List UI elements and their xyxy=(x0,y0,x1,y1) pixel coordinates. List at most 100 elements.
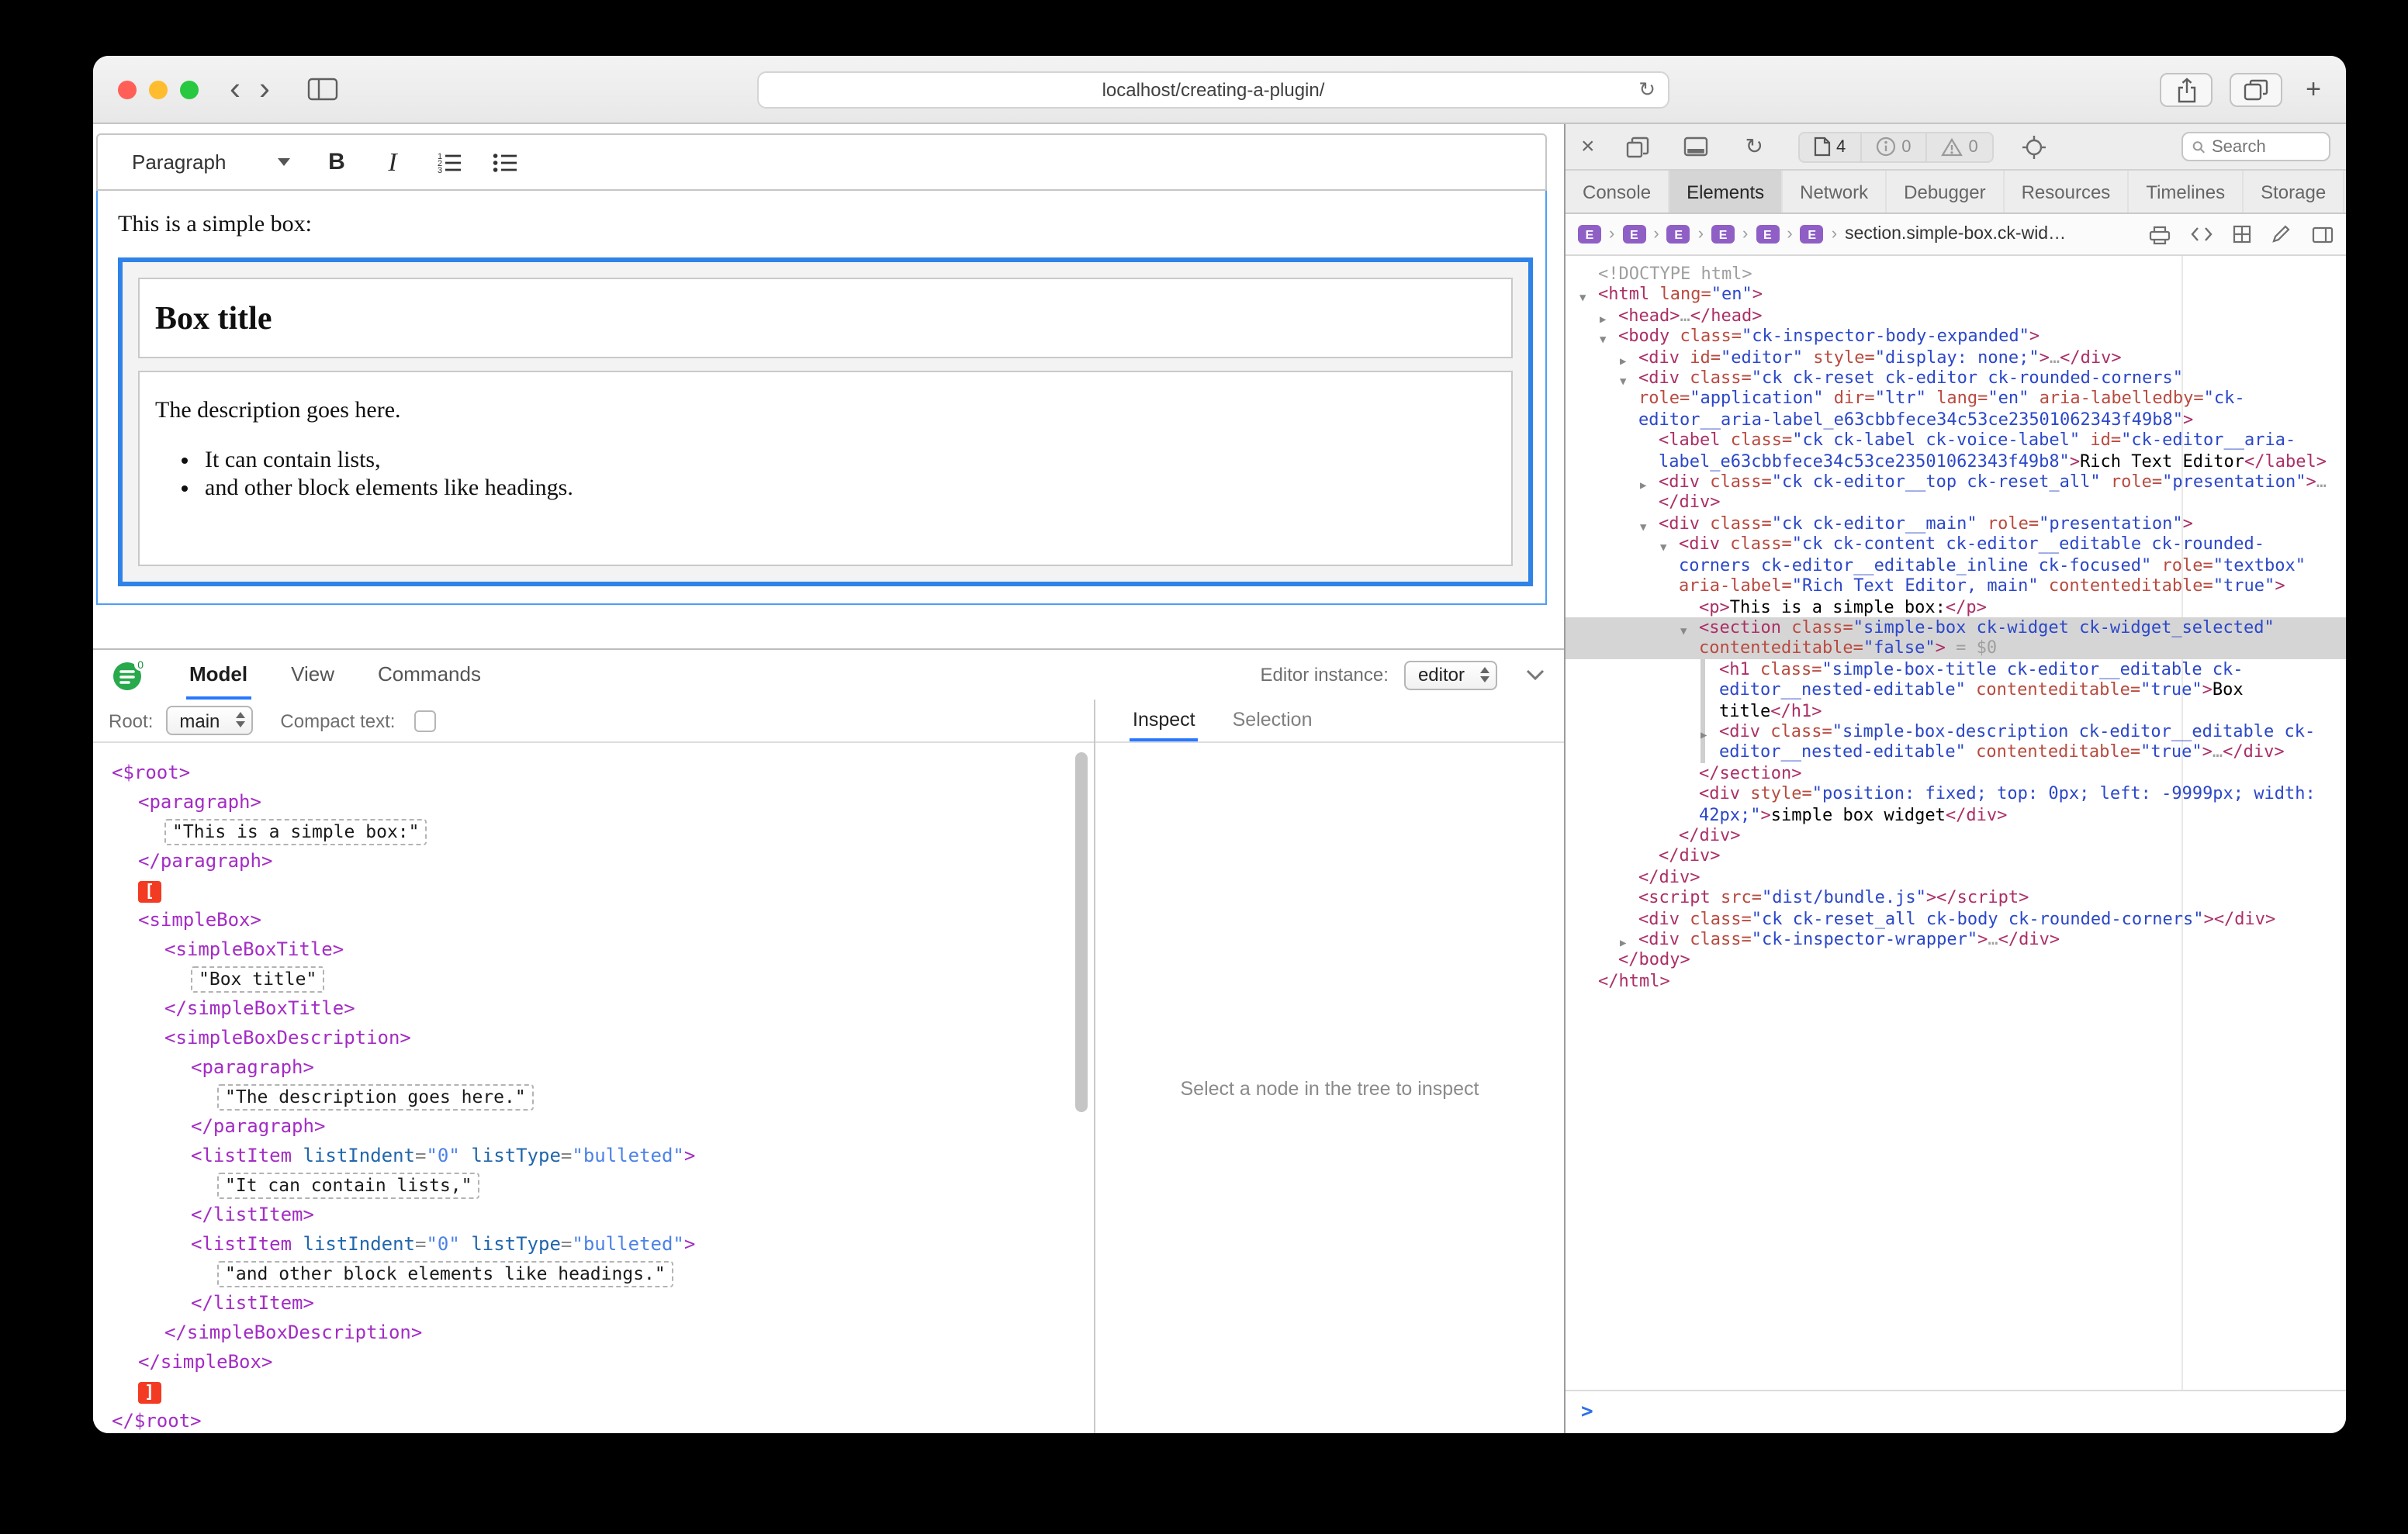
numbered-list-button[interactable]: 123 xyxy=(427,142,470,182)
model-node-line[interactable]: </paragraph> xyxy=(93,1112,1094,1142)
dom-node-line[interactable]: ▶<head>…</head> xyxy=(1566,306,2346,326)
model-node-line[interactable]: </simpleBoxTitle> xyxy=(93,994,1094,1024)
model-node-line[interactable]: <paragraph> xyxy=(93,788,1094,817)
dom-node-line[interactable]: <h1 class="simple-box-title ck-editor__e… xyxy=(1566,658,2346,720)
close-window-button[interactable] xyxy=(118,80,137,98)
tab-overflow-button[interactable]: » xyxy=(2344,171,2346,212)
edit-button[interactable] xyxy=(2271,225,2292,244)
model-node-line[interactable]: </paragraph> xyxy=(93,847,1094,876)
model-node-line[interactable]: "It can contain lists," xyxy=(93,1171,1094,1201)
inspector-search-field[interactable] xyxy=(2181,132,2330,161)
model-node-line[interactable]: <simpleBox> xyxy=(93,906,1094,935)
model-node-line[interactable]: "This is a simple box:" xyxy=(93,817,1094,847)
disclosure-triangle-icon[interactable]: ▼ xyxy=(1660,539,1666,560)
dom-node-line[interactable]: <!DOCTYPE html> xyxy=(1566,264,2346,285)
devtools-tab-console[interactable]: Console xyxy=(1566,171,1669,212)
breadcrumb-element-badge[interactable]: E xyxy=(1756,225,1779,244)
share-button[interactable] xyxy=(2160,73,2213,107)
forward-button[interactable]: › xyxy=(259,73,270,105)
dom-node-line[interactable]: ▼<body class="ck-inspector-body-expanded… xyxy=(1566,326,2346,347)
model-node-line[interactable]: <simpleBoxDescription> xyxy=(93,1024,1094,1053)
toggle-sidebar-button[interactable] xyxy=(2312,226,2334,243)
simple-box-widget[interactable]: Box title The description goes here. It … xyxy=(118,257,1533,586)
italic-button[interactable]: I xyxy=(371,142,414,182)
compact-text-checkbox[interactable] xyxy=(413,710,435,731)
sidebar-toggle-button[interactable] xyxy=(307,78,338,101)
model-node-line[interactable]: <$root> xyxy=(93,758,1094,788)
dom-node-line[interactable]: ▼<section class="simple-box ck-widget ck… xyxy=(1566,617,2346,659)
warning-count[interactable]: 0 xyxy=(1925,133,1992,161)
dom-node-line[interactable]: ▼<div class="ck ck-reset ck-editor ck-ro… xyxy=(1566,368,2346,430)
show-source-button[interactable] xyxy=(2191,226,2213,242)
editor-content[interactable]: This is a simple box: Box title The desc… xyxy=(96,191,1547,605)
error-count[interactable]: 0 xyxy=(1860,133,1925,161)
minimize-window-button[interactable] xyxy=(149,80,168,98)
model-node-line[interactable]: [ xyxy=(93,876,1094,906)
dom-node-line[interactable]: </div> xyxy=(1566,846,2346,867)
dock-bottom-button[interactable] xyxy=(1683,136,1708,157)
disclosure-triangle-icon[interactable]: ▶ xyxy=(1640,476,1646,497)
root-select[interactable]: main xyxy=(165,706,252,735)
devtools-tab-network[interactable]: Network xyxy=(1783,171,1887,212)
dom-node-line[interactable]: <p>This is a simple box:</p> xyxy=(1566,596,2346,617)
scrollbar-thumb[interactable] xyxy=(1075,752,1088,1112)
dom-node-line[interactable]: <div style="position: fixed; top: 0px; l… xyxy=(1566,783,2346,825)
dom-node-line[interactable]: <label class="ck ck-label ck-voice-label… xyxy=(1566,430,2346,472)
detach-inspector-button[interactable] xyxy=(1626,136,1649,157)
devtools-tab-storage[interactable]: Storage xyxy=(2244,171,2344,212)
reload-icon[interactable]: ↻ xyxy=(1638,78,1656,102)
dom-node-line[interactable]: <script src="dist/bundle.js"></script> xyxy=(1566,887,2346,908)
dom-node-line[interactable]: ▶<div id="editor" style="display: none;"… xyxy=(1566,347,2346,368)
editor-instance-select[interactable]: editor xyxy=(1404,660,1497,689)
tab-selection[interactable]: Selection xyxy=(1230,700,1316,741)
devtools-tab-debugger[interactable]: Debugger xyxy=(1887,171,2004,212)
box-title[interactable]: Box title xyxy=(138,278,1513,358)
close-inspector-button[interactable]: × xyxy=(1581,133,1595,160)
breadcrumb-selected-node[interactable]: section.simple-box.ck-wid… xyxy=(1845,225,2066,244)
dom-node-line[interactable]: ▼<div class="ck ck-content ck-editor__ed… xyxy=(1566,534,2346,596)
model-node-line[interactable]: <paragraph> xyxy=(93,1053,1094,1083)
breadcrumb-element-badge[interactable]: E xyxy=(1667,225,1690,244)
search-input[interactable] xyxy=(2212,137,2320,156)
collapse-inspector-button[interactable] xyxy=(1525,669,1545,681)
tab-commands[interactable]: Commands xyxy=(375,650,484,700)
model-node-line[interactable]: <listItem listIndent="0" listType="bulle… xyxy=(93,1230,1094,1259)
breadcrumb-element-badge[interactable]: E xyxy=(1622,225,1645,244)
back-button[interactable]: ‹ xyxy=(230,73,240,105)
dom-node-line[interactable]: <div class="ck ck-reset_all ck-body ck-r… xyxy=(1566,908,2346,929)
description-text[interactable]: The description goes here. xyxy=(155,399,1496,425)
model-node-line[interactable]: </listItem> xyxy=(93,1289,1094,1318)
address-bar[interactable]: localhost/creating-a-plugin/ ↻ xyxy=(757,71,1669,109)
zoom-window-button[interactable] xyxy=(180,80,199,98)
model-node-line[interactable]: </$root> xyxy=(93,1407,1094,1433)
disclosure-triangle-icon[interactable]: ▼ xyxy=(1620,372,1626,393)
dom-node-line[interactable]: ▼<div class="ck ck-editor__main" role="p… xyxy=(1566,513,2346,534)
bold-button[interactable]: B xyxy=(315,142,358,182)
resource-count[interactable]: 4 xyxy=(1799,133,1860,161)
breadcrumb-element-badge[interactable]: E xyxy=(1801,225,1824,244)
dom-node-line[interactable]: ▶<div class="simple-box-description ck-e… xyxy=(1566,721,2346,763)
dom-node-line[interactable]: </section> xyxy=(1566,763,2346,784)
reload-page-button[interactable]: ↻ xyxy=(1745,133,1763,160)
paragraph-text[interactable]: This is a simple box: xyxy=(118,212,1545,239)
layout-grid-button[interactable] xyxy=(2233,225,2251,244)
breadcrumb-element-badge[interactable]: E xyxy=(1578,225,1601,244)
model-node-line[interactable]: ] xyxy=(93,1377,1094,1407)
bulleted-list-button[interactable] xyxy=(483,142,526,182)
model-node-line[interactable]: <simpleBoxTitle> xyxy=(93,935,1094,965)
dom-node-line[interactable]: </div> xyxy=(1566,825,2346,846)
model-node-line[interactable]: <listItem listIndent="0" listType="bulle… xyxy=(93,1142,1094,1171)
disclosure-triangle-icon[interactable]: ▼ xyxy=(1680,622,1687,643)
model-node-line[interactable]: "and other block elements like headings.… xyxy=(93,1259,1094,1289)
model-node-line[interactable]: "Box title" xyxy=(93,965,1094,994)
devtools-tab-timelines[interactable]: Timelines xyxy=(2129,171,2244,212)
dom-node-line[interactable]: </html> xyxy=(1566,971,2346,992)
tab-inspect[interactable]: Inspect xyxy=(1130,700,1199,741)
print-styles-button[interactable] xyxy=(2149,224,2171,244)
devtools-tab-resources[interactable]: Resources xyxy=(2005,171,2129,212)
dom-node-line[interactable]: </body> xyxy=(1566,950,2346,971)
element-picker-button[interactable] xyxy=(2022,134,2046,159)
model-node-line[interactable]: "The description goes here." xyxy=(93,1083,1094,1112)
box-description[interactable]: The description goes here. It can contai… xyxy=(138,371,1513,566)
tab-view[interactable]: View xyxy=(288,650,337,700)
